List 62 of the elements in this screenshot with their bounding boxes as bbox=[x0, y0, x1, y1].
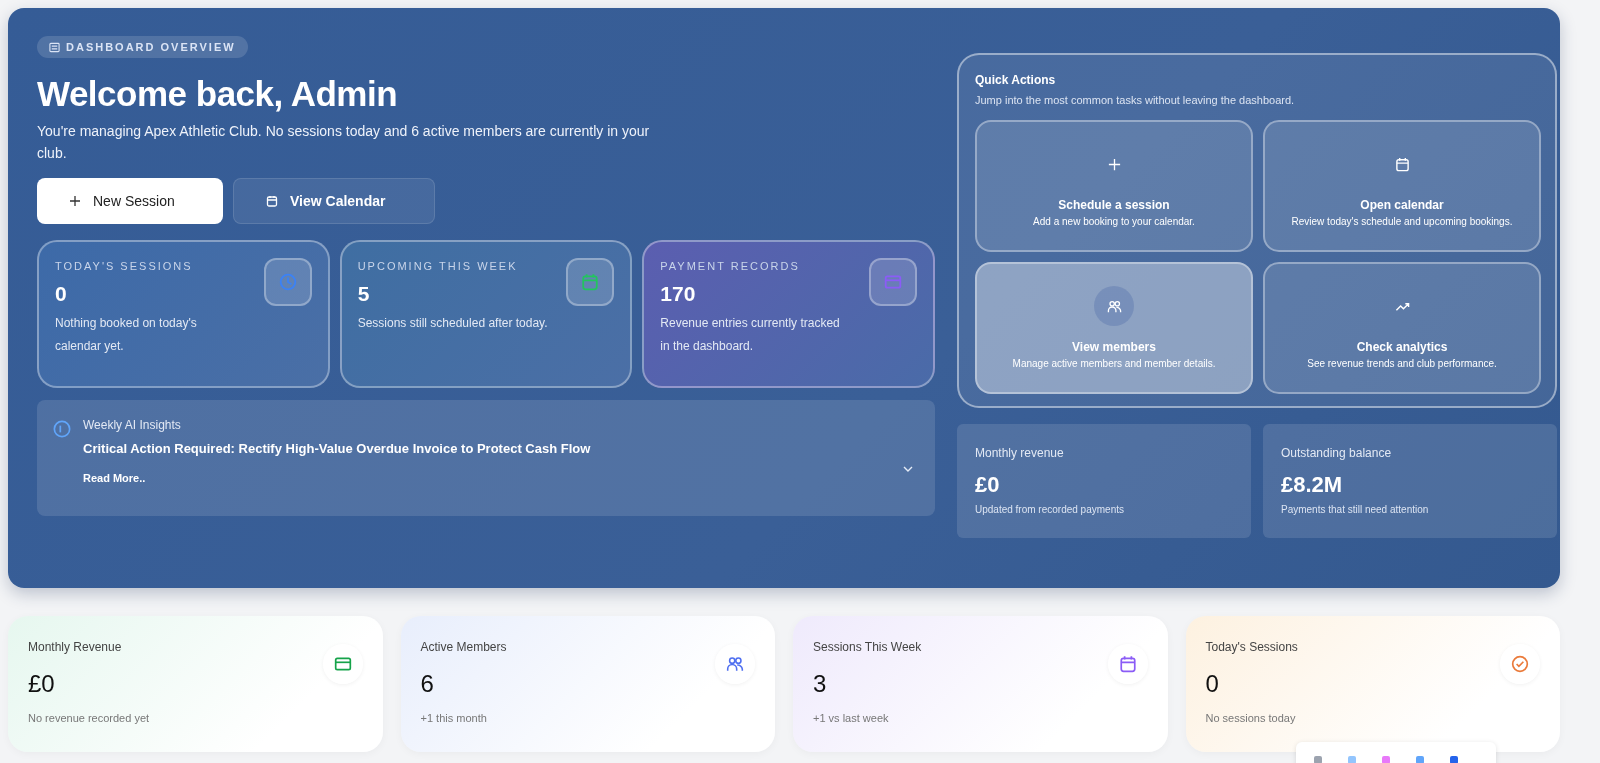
tile-description: See revenue trends and club performance. bbox=[1307, 357, 1497, 370]
card-note: Revenue entries currently tracked in the dashboard. bbox=[660, 315, 841, 355]
read-more-link[interactable]: Read More.. bbox=[83, 472, 146, 484]
quick-action-tile[interactable]: Schedule a session Add a new booking to your calendar. bbox=[975, 120, 1253, 252]
tile-title: Open calendar bbox=[1360, 198, 1444, 212]
chevron-down-icon[interactable] bbox=[903, 466, 913, 472]
quick-action-tile[interactable]: Check analytics See revenue trends and club performance. bbox=[1263, 262, 1541, 394]
toolbar-icon[interactable] bbox=[1348, 756, 1356, 763]
stat-label: Active Members bbox=[420, 640, 507, 654]
stat-value: £0 bbox=[28, 670, 56, 698]
stat-value: 6 bbox=[420, 670, 435, 698]
stat-label: Sessions This Week bbox=[813, 640, 922, 654]
tile-description: Manage active members and member details. bbox=[1012, 357, 1216, 370]
stat-value: 3 bbox=[813, 670, 828, 698]
insight-headline: Critical Action Required: Rectify High-Value Overdue Invoice to Protect Cash Flow bbox=[83, 441, 592, 456]
card-value: 5 bbox=[357, 282, 371, 306]
new-session-button[interactable]: New Session bbox=[37, 178, 223, 224]
welcome-title: Welcome back, Admin bbox=[37, 74, 399, 114]
finance-label: Outstanding balance bbox=[1281, 446, 1393, 460]
stat-label: Monthly Revenue bbox=[28, 640, 122, 654]
stat-note: No revenue recorded yet bbox=[28, 712, 151, 724]
plus-icon bbox=[69, 195, 81, 207]
toolbar-icon[interactable] bbox=[1382, 756, 1390, 763]
members-icon bbox=[1106, 298, 1122, 314]
card-label: TODAY'S SESSIONS bbox=[55, 260, 193, 272]
finance-note: Updated from recorded payments bbox=[975, 504, 1125, 515]
toolbar-icon[interactable] bbox=[1416, 756, 1424, 763]
card-value: 0 bbox=[55, 282, 68, 306]
card-note: Nothing booked on today's calendar yet. bbox=[55, 315, 198, 355]
tile-description: Review today's schedule and upcoming bookings. bbox=[1291, 215, 1513, 228]
quick-action-tile[interactable]: Open calendar Review today's schedule and upcoming bookings. bbox=[1263, 120, 1541, 252]
badge-label: DASHBOARD OVERVIEW bbox=[66, 41, 236, 53]
toolbar-icon[interactable] bbox=[1450, 756, 1458, 763]
stat-note: +1 this month bbox=[420, 712, 488, 724]
card-note: Sessions still scheduled after today. bbox=[357, 315, 548, 332]
plus-icon bbox=[1106, 156, 1122, 172]
quick-actions-title: Quick Actions bbox=[975, 73, 1057, 87]
finance-note: Payments that still need attention bbox=[1281, 504, 1430, 515]
finance-value: £8.2M bbox=[1281, 472, 1344, 498]
stat-label: Today's Sessions bbox=[1205, 640, 1298, 654]
stat-note: No sessions today bbox=[1205, 712, 1297, 724]
tile-title: Schedule a session bbox=[1058, 198, 1170, 212]
view-calendar-button[interactable]: View Calendar bbox=[233, 178, 435, 224]
info-icon bbox=[53, 420, 71, 438]
card-label: PAYMENT RECORDS bbox=[660, 260, 800, 272]
tile-description: Add a new booking to your calendar. bbox=[1033, 215, 1195, 228]
card-label: UPCOMING THIS WEEK bbox=[357, 260, 518, 272]
finance-label: Monthly revenue bbox=[975, 446, 1065, 460]
calendar-icon bbox=[1394, 156, 1410, 172]
tile-title: Check analytics bbox=[1356, 340, 1448, 354]
card-value: 170 bbox=[660, 282, 697, 306]
welcome-text: You're managing Apex Athletic Club. No sessions today and 6 active members are currently in your club. bbox=[37, 122, 651, 163]
quick-actions-subtitle: Jump into the most common tasks without leaving the dashboard. bbox=[975, 94, 1296, 106]
stat-note: +1 vs last week bbox=[813, 712, 890, 724]
calendar-icon bbox=[266, 195, 278, 207]
tile-title: View members bbox=[1072, 340, 1156, 354]
list-icon bbox=[49, 41, 60, 53]
insights-title: Weekly AI Insights bbox=[83, 418, 182, 432]
quick-action-tile[interactable]: View members Manage active members and member details. bbox=[975, 262, 1253, 394]
finance-value: £0 bbox=[975, 472, 1001, 498]
toolbar-icon[interactable] bbox=[1314, 756, 1322, 763]
stat-value: 0 bbox=[1205, 670, 1220, 698]
